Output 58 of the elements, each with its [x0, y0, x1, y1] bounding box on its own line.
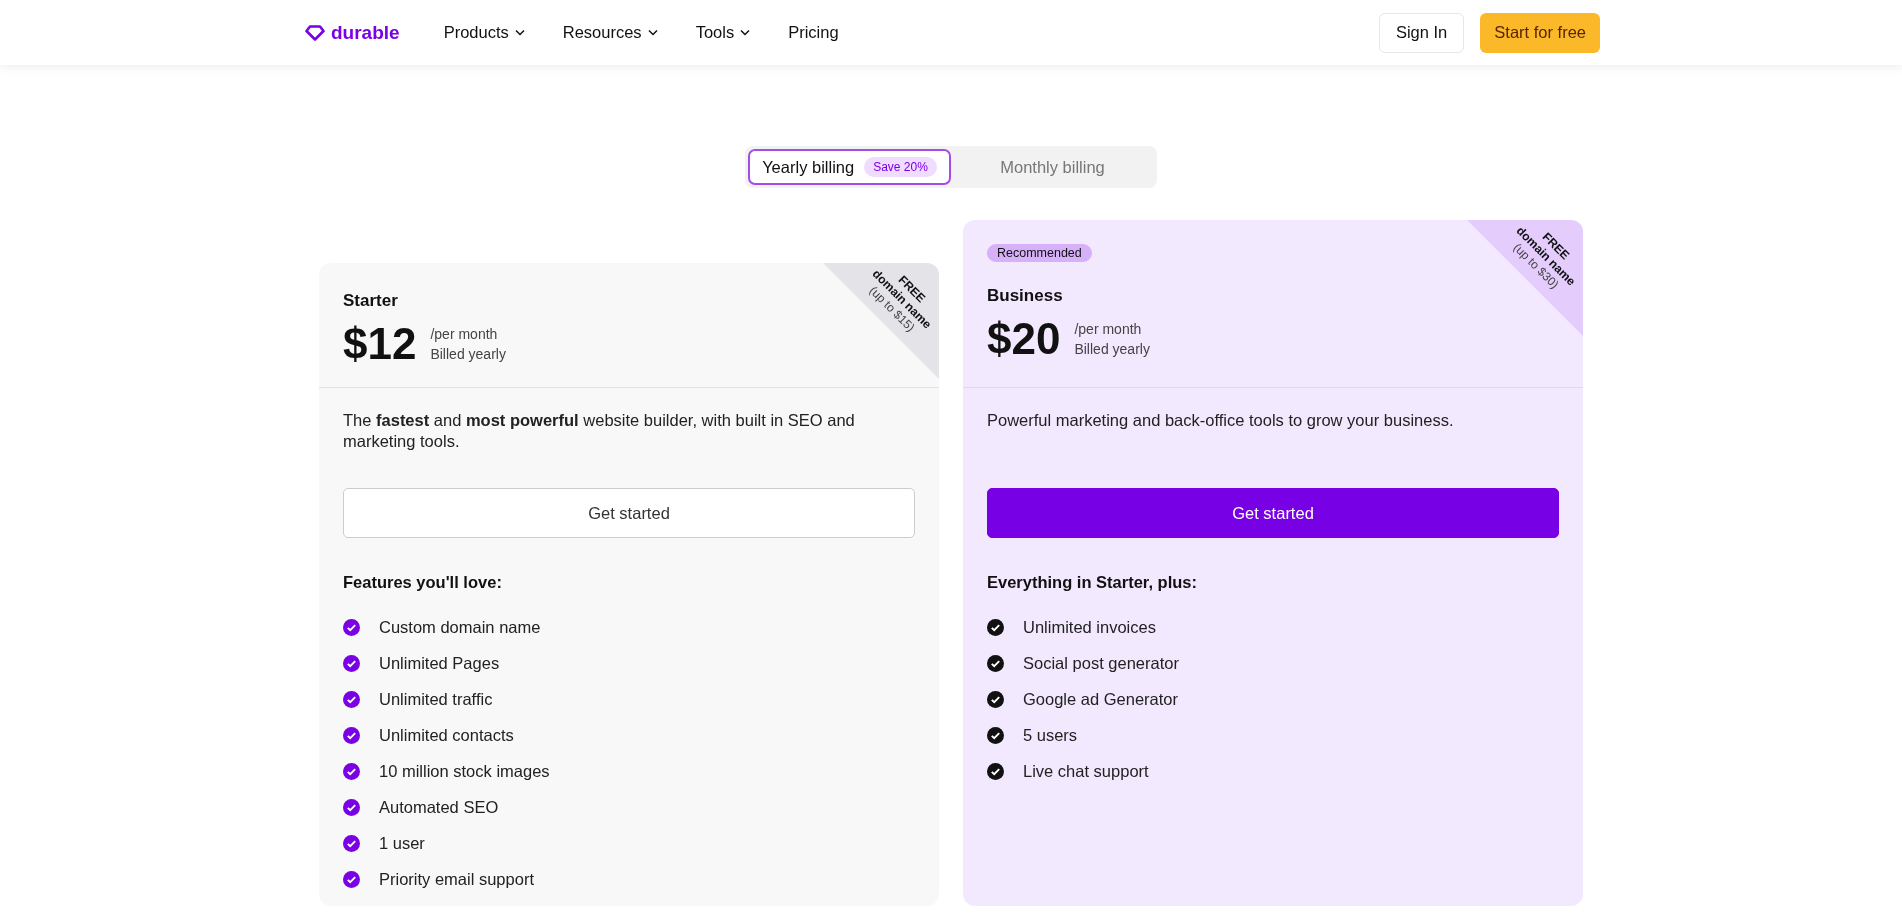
- feature-text: Automated SEO: [379, 797, 499, 817]
- recommended-badge: Recommended: [987, 244, 1092, 262]
- get-started-button[interactable]: Get started: [987, 488, 1559, 538]
- chevron-down-icon: [740, 29, 751, 36]
- feature-text: 5 users: [1023, 725, 1078, 745]
- feature-text: Unlimited traffic: [379, 689, 493, 709]
- plan-description: The fastest and most powerful website builder, with built in SEO and marketing tools.: [343, 410, 856, 452]
- plan-description: Powerful marketing and back-office tools to grow your business.: [987, 410, 1455, 431]
- feature-text: 1 user: [379, 833, 425, 853]
- check-circle-icon: [343, 726, 360, 744]
- durable-logo[interactable]: durable: [305, 21, 400, 44]
- chevron-down-icon: [514, 29, 525, 36]
- feature-text: Custom domain name: [379, 617, 541, 637]
- billing-option-label: Yearly billing: [762, 157, 855, 177]
- billing-option[interactable]: Yearly billing Save 20%: [748, 149, 951, 185]
- feature-text: Unlimited contacts: [379, 725, 514, 745]
- billing-note: Billed yearly: [430, 345, 506, 364]
- billing-option[interactable]: Monthly billing: [951, 149, 1154, 185]
- billing-option-label: Monthly billing: [1000, 157, 1105, 177]
- features-heading: Features you'll love:: [343, 573, 503, 592]
- check-circle-icon: [987, 762, 1004, 780]
- sign-in-button[interactable]: Sign In: [1378, 12, 1465, 53]
- feature-text: Unlimited invoices: [1023, 617, 1156, 637]
- feature-text: Priority email support: [379, 869, 534, 889]
- check-circle-icon: [343, 618, 360, 636]
- billing-note: Billed yearly: [1074, 340, 1150, 359]
- feature-text: Unlimited Pages: [379, 653, 500, 673]
- check-circle-icon: [343, 654, 360, 672]
- chevron-down-icon: [647, 29, 658, 36]
- check-circle-icon: [343, 870, 360, 888]
- nav-link[interactable]: Tools: [695, 23, 751, 42]
- discount-badge: Save 20%: [864, 157, 937, 177]
- price-period: /per month: [430, 325, 499, 344]
- plan-price: $20: [987, 314, 1061, 364]
- check-circle-icon: [343, 762, 360, 780]
- logo-text: durable: [331, 21, 400, 44]
- plan-name: Starter: [343, 291, 398, 311]
- feature-text: Google ad Generator: [1023, 689, 1179, 709]
- feature-text: 10 million stock images: [379, 761, 550, 781]
- feature-text: Social post generator: [1023, 653, 1179, 673]
- get-started-button[interactable]: Get started: [343, 488, 915, 538]
- plan-name: Business: [987, 286, 1063, 306]
- check-circle-icon: [987, 690, 1004, 708]
- check-circle-icon: [343, 834, 360, 852]
- nav-link[interactable]: Pricing: [788, 23, 839, 42]
- price-period: /per month: [1074, 320, 1143, 339]
- check-circle-icon: [987, 654, 1004, 672]
- check-circle-icon: [987, 618, 1004, 636]
- features-heading: Everything in Starter, plus:: [987, 573, 1198, 592]
- feature-text: Live chat support: [1023, 761, 1149, 781]
- nav-link[interactable]: Resources: [562, 23, 658, 42]
- check-circle-icon: [343, 798, 360, 816]
- plan-price: $12: [343, 319, 417, 369]
- check-circle-icon: [987, 726, 1004, 744]
- check-circle-icon: [343, 690, 360, 708]
- start-for-free-button[interactable]: Start for free: [1480, 12, 1600, 53]
- gem-icon: [305, 24, 325, 41]
- nav-link[interactable]: Products: [443, 23, 525, 42]
